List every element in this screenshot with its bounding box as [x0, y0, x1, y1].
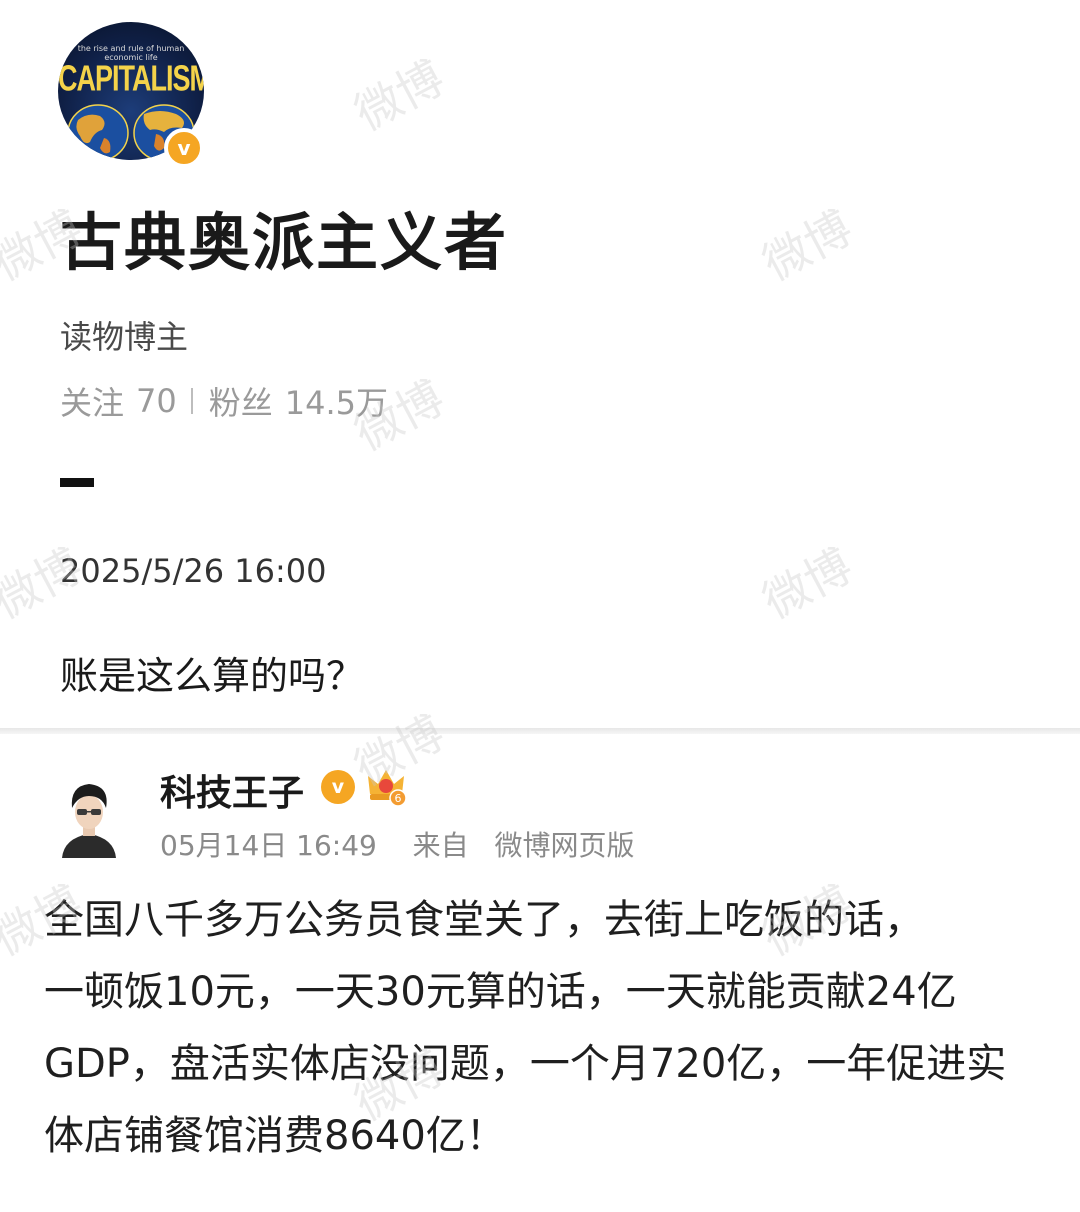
- following-count[interactable]: 70: [136, 382, 177, 420]
- verified-badge-icon: v: [321, 770, 355, 804]
- profile-card: the rise and rule of human economic life…: [0, 0, 1080, 728]
- quoted-user-avatar[interactable]: [58, 778, 120, 858]
- screenshot-page: the rise and rule of human economic life…: [0, 0, 1080, 1212]
- profile-role: 读物博主: [60, 318, 189, 356]
- crown-level-text: 6: [395, 792, 402, 805]
- verified-badge-icon: v: [164, 128, 204, 168]
- quoted-body-line: 体店铺餐馆消费8640亿！: [44, 1113, 506, 1159]
- post-text: 账是这么算的吗？: [60, 654, 365, 698]
- quoted-body-line: 一顿饭10元，一天30元算的话，一天就能贡献24亿: [44, 969, 957, 1015]
- profile-stats: 关注 70 粉丝 14.5万: [60, 378, 388, 424]
- quoted-body-line: 全国八千多万公务员食堂关了，去街上吃饭的话，: [44, 897, 924, 943]
- post-timestamp: 2025/5/26 16:00: [60, 552, 327, 590]
- quoted-source-prefix: 来自: [412, 829, 469, 862]
- quoted-user-name[interactable]: 科技王子: [160, 764, 304, 816]
- quoted-post-card: 科技王子 v 6 05月14日 16:49 来自 微博网页版 全国八千多万公务员…: [0, 734, 1080, 1212]
- followers-label[interactable]: 粉丝: [209, 378, 273, 424]
- avatar-title-text: CAPITALISM: [58, 58, 204, 99]
- followers-count[interactable]: 14.5万: [285, 378, 388, 424]
- profile-name[interactable]: 古典奥派主义者: [60, 192, 508, 282]
- quoted-body-line: GDP，盘活实体店没问题，一个月720亿，一年促进实: [44, 1041, 1007, 1087]
- quoted-meta: 05月14日 16:49 来自 微博网页版: [160, 824, 635, 864]
- quoted-source: 微博网页版: [494, 829, 635, 862]
- following-label[interactable]: 关注: [60, 378, 124, 424]
- crown-level-icon: 6: [368, 770, 407, 807]
- dash-mark: [60, 478, 94, 487]
- quoted-post-date: 05月14日 16:49: [160, 829, 377, 862]
- quoted-post-body: 全国八千多万公务员食堂关了，去街上吃饭的话， 一顿饭10元，一天30元算的话，一…: [44, 884, 1044, 1172]
- stats-divider: [190, 388, 193, 414]
